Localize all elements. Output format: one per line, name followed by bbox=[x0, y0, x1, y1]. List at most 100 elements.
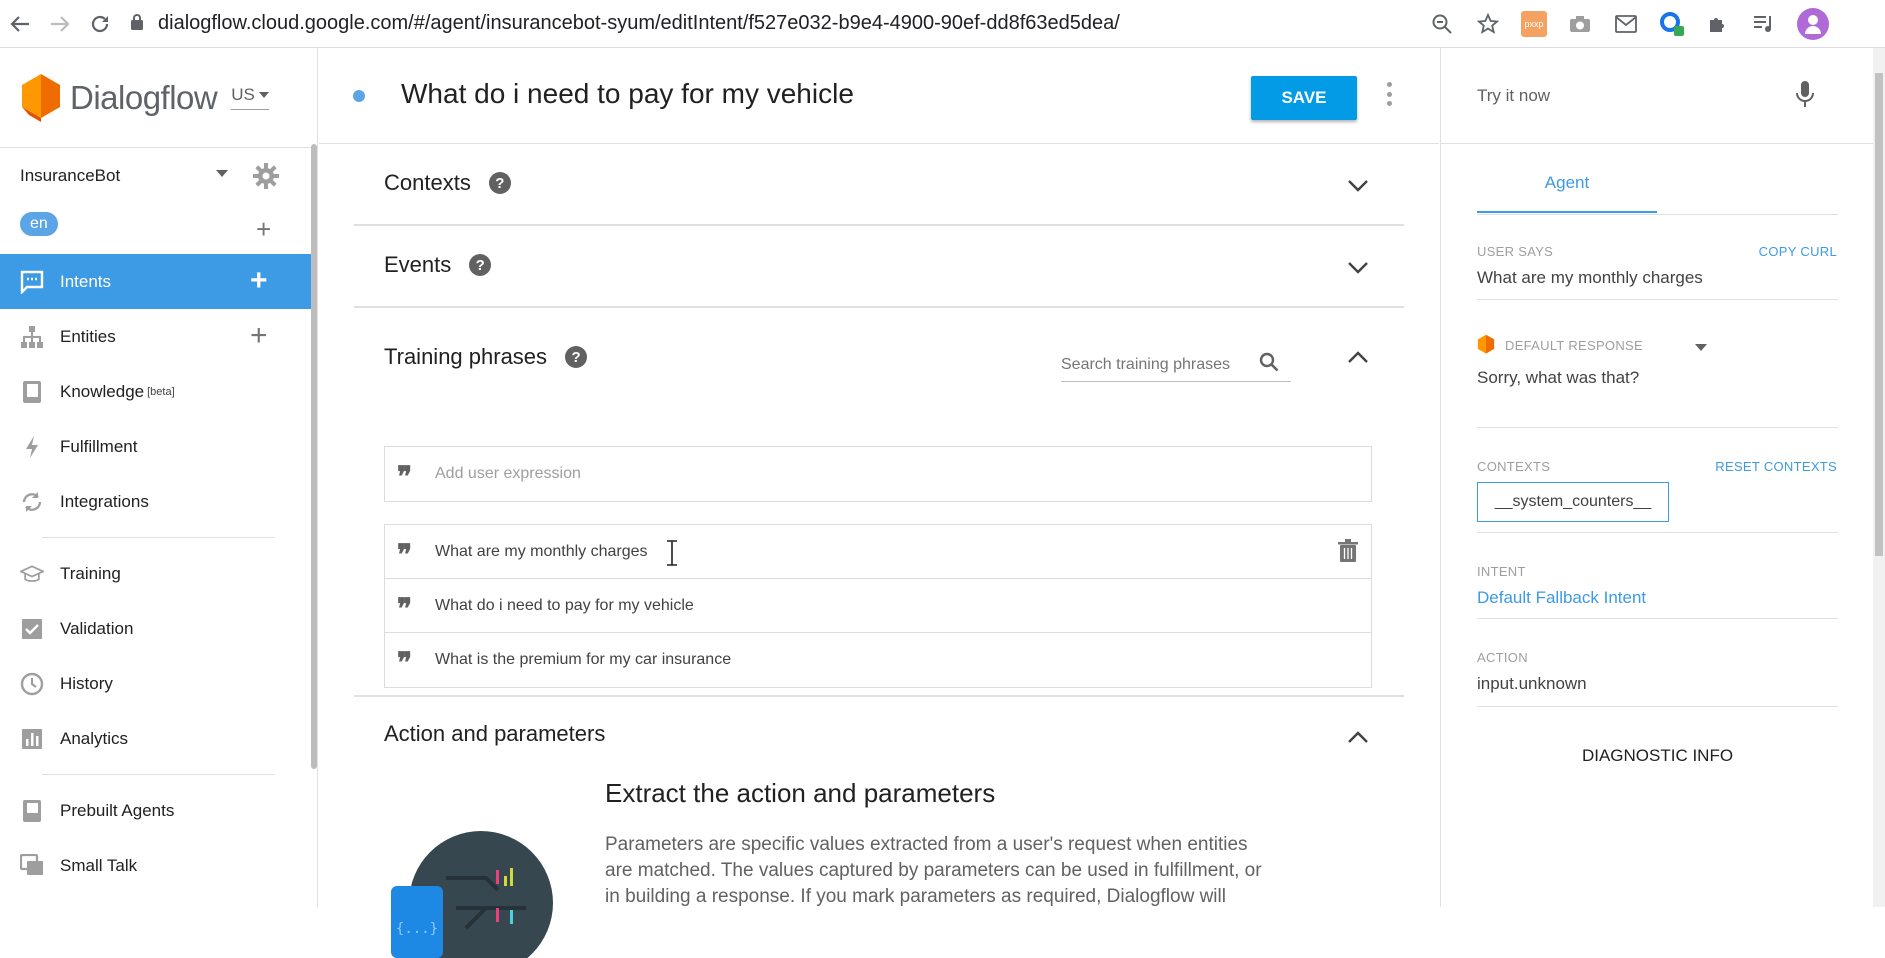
clock-icon bbox=[20, 672, 44, 696]
sidebar-item-integrations[interactable]: Integrations bbox=[0, 474, 317, 529]
action-value: input.unknown bbox=[1477, 674, 1587, 693]
gear-icon[interactable] bbox=[252, 162, 280, 190]
page-scrollbar[interactable] bbox=[1873, 48, 1885, 907]
sidebar-item-label: Entities bbox=[60, 326, 116, 346]
region-label: US bbox=[231, 85, 255, 104]
beta-tag: [beta] bbox=[147, 385, 175, 398]
list-item[interactable]: ❞ What are my monthly charges bbox=[385, 525, 1371, 579]
more-options-icon[interactable] bbox=[1385, 82, 1393, 106]
sidebar-item-training[interactable]: Training bbox=[0, 546, 317, 601]
agent-caret-icon[interactable] bbox=[216, 170, 228, 177]
add-expression-box[interactable]: ❞ Add user expression bbox=[384, 446, 1372, 502]
sidebar-scrollbar[interactable] bbox=[311, 144, 317, 769]
contexts-section[interactable]: Contexts ? bbox=[354, 144, 1404, 226]
phrase-text[interactable]: What is the premium for my car insurance bbox=[435, 651, 731, 669]
quote-icon: ❞ bbox=[397, 537, 413, 571]
add-expression-input[interactable]: ❞ Add user expression bbox=[385, 447, 1371, 501]
save-button[interactable]: SAVE bbox=[1251, 76, 1357, 120]
sidebar-item-label: Analytics bbox=[60, 728, 129, 748]
sidebar-divider bbox=[42, 537, 275, 538]
sidebar-item-history[interactable]: History bbox=[0, 656, 317, 711]
sidebar-item-fulfillment[interactable]: Fulfillment bbox=[0, 419, 317, 474]
language-chip[interactable]: en bbox=[20, 212, 58, 236]
microphone-icon[interactable] bbox=[1795, 80, 1815, 108]
graduation-cap-icon bbox=[20, 562, 44, 586]
sidebar-item-validation[interactable]: Validation bbox=[0, 601, 317, 656]
action-parameters-title: Action and parameters bbox=[384, 721, 606, 746]
agent-selector[interactable]: InsuranceBot bbox=[0, 148, 317, 204]
add-language-icon[interactable]: + bbox=[256, 216, 271, 242]
mail-icon[interactable] bbox=[1613, 11, 1639, 37]
extension-pxxp-label: pxxp bbox=[1524, 19, 1544, 29]
response-caret-icon[interactable] bbox=[1695, 344, 1707, 351]
tab-agent[interactable]: Agent bbox=[1477, 173, 1657, 213]
lightning-icon bbox=[20, 435, 44, 459]
back-icon[interactable] bbox=[0, 4, 40, 44]
add-expression-placeholder: Add user expression bbox=[435, 465, 581, 482]
page-scrollbar-thumb[interactable] bbox=[1875, 73, 1883, 556]
circle-extension-icon[interactable] bbox=[1659, 11, 1685, 37]
intent-title[interactable]: What do i need to pay for my vehicle bbox=[401, 78, 854, 110]
chevron-up-icon[interactable] bbox=[1347, 730, 1369, 744]
tab-agent-label: Agent bbox=[1544, 173, 1590, 192]
search-icon[interactable] bbox=[1259, 352, 1279, 372]
chevron-up-icon[interactable] bbox=[1347, 350, 1369, 364]
sidebar-item-knowledge[interactable]: Knowledge [beta] bbox=[0, 364, 317, 419]
list-item[interactable]: ❞ What is the premium for my car insuran… bbox=[385, 633, 1371, 687]
test-console: Try it now Agent USER SAYS COPY CURL Wha… bbox=[1440, 48, 1873, 907]
events-section[interactable]: Events ? bbox=[354, 226, 1404, 308]
search-training-phrases-input[interactable]: Search training phrases bbox=[1061, 348, 1291, 382]
copy-curl-link[interactable]: COPY CURL bbox=[1759, 244, 1837, 259]
chevron-down-icon[interactable] bbox=[1347, 179, 1369, 193]
sidebar-item-prebuilt-agents[interactable]: Prebuilt Agents bbox=[0, 783, 317, 838]
region-selector[interactable]: US bbox=[231, 85, 269, 110]
divider bbox=[1477, 532, 1838, 533]
small-talk-icon bbox=[20, 853, 44, 878]
try-it-now-bar: Try it now bbox=[1441, 48, 1873, 144]
sidebar-item-label: Integrations bbox=[60, 491, 149, 511]
intent-label: INTENT bbox=[1477, 564, 1526, 579]
trash-icon[interactable] bbox=[1337, 539, 1359, 563]
context-chip[interactable]: __system_counters__ bbox=[1477, 482, 1669, 522]
sidebar-item-label: Training bbox=[60, 563, 121, 583]
text-cursor-icon bbox=[667, 540, 677, 566]
agent-name: InsuranceBot bbox=[20, 166, 121, 185]
reset-contexts-link[interactable]: RESET CONTEXTS bbox=[1715, 459, 1837, 474]
zoom-icon[interactable] bbox=[1429, 11, 1455, 37]
profile-avatar[interactable] bbox=[1797, 8, 1829, 40]
puzzle-icon[interactable] bbox=[1705, 11, 1731, 37]
reload-icon[interactable] bbox=[80, 4, 120, 44]
sidebar-item-entities[interactable]: Entities + bbox=[0, 309, 317, 364]
help-icon[interactable]: ? bbox=[488, 172, 511, 194]
sidebar: Dialogflow US InsuranceBot en + Intents … bbox=[0, 48, 318, 907]
chevron-down-icon[interactable] bbox=[1347, 261, 1369, 275]
list-item[interactable]: ❞ What do i need to pay for my vehicle bbox=[385, 579, 1371, 633]
extension-pxxp-icon[interactable]: pxxp bbox=[1521, 11, 1547, 37]
book-icon bbox=[20, 380, 44, 404]
sidebar-item-small-talk[interactable]: Small Talk bbox=[0, 838, 317, 893]
phrase-text[interactable]: What are my monthly charges bbox=[435, 543, 648, 561]
address-bar[interactable]: dialogflow.cloud.google.com/#/agent/insu… bbox=[130, 12, 1120, 35]
camera-icon[interactable] bbox=[1567, 11, 1593, 37]
logo-text: Dialogflow bbox=[70, 78, 218, 116]
sidebar-item-label: Knowledge bbox=[60, 381, 145, 401]
sidebar-item-label: Prebuilt Agents bbox=[60, 800, 175, 820]
add-intent-icon[interactable]: + bbox=[250, 266, 268, 296]
contexts-label: CONTEXTS bbox=[1477, 459, 1551, 474]
add-entity-icon[interactable]: + bbox=[250, 321, 268, 351]
diagnostic-info-button[interactable]: DIAGNOSTIC INFO bbox=[1477, 746, 1838, 766]
help-icon[interactable]: ? bbox=[565, 346, 588, 368]
matched-intent-link[interactable]: Default Fallback Intent bbox=[1477, 588, 1646, 608]
tab-divider bbox=[1477, 214, 1838, 215]
sidebar-item-analytics[interactable]: Analytics bbox=[0, 711, 317, 766]
dialogflow-logo-icon[interactable] bbox=[20, 73, 62, 123]
try-it-now-input[interactable]: Try it now bbox=[1477, 86, 1550, 106]
media-queue-icon[interactable] bbox=[1751, 11, 1777, 37]
sidebar-item-label: Validation bbox=[60, 618, 134, 638]
forward-icon[interactable] bbox=[40, 4, 80, 44]
sidebar-item-intents[interactable]: Intents + bbox=[0, 254, 317, 309]
phrase-text[interactable]: What do i need to pay for my vehicle bbox=[435, 597, 694, 615]
sidebar-divider bbox=[42, 774, 275, 775]
help-icon[interactable]: ? bbox=[469, 254, 492, 276]
star-icon[interactable] bbox=[1475, 11, 1501, 37]
